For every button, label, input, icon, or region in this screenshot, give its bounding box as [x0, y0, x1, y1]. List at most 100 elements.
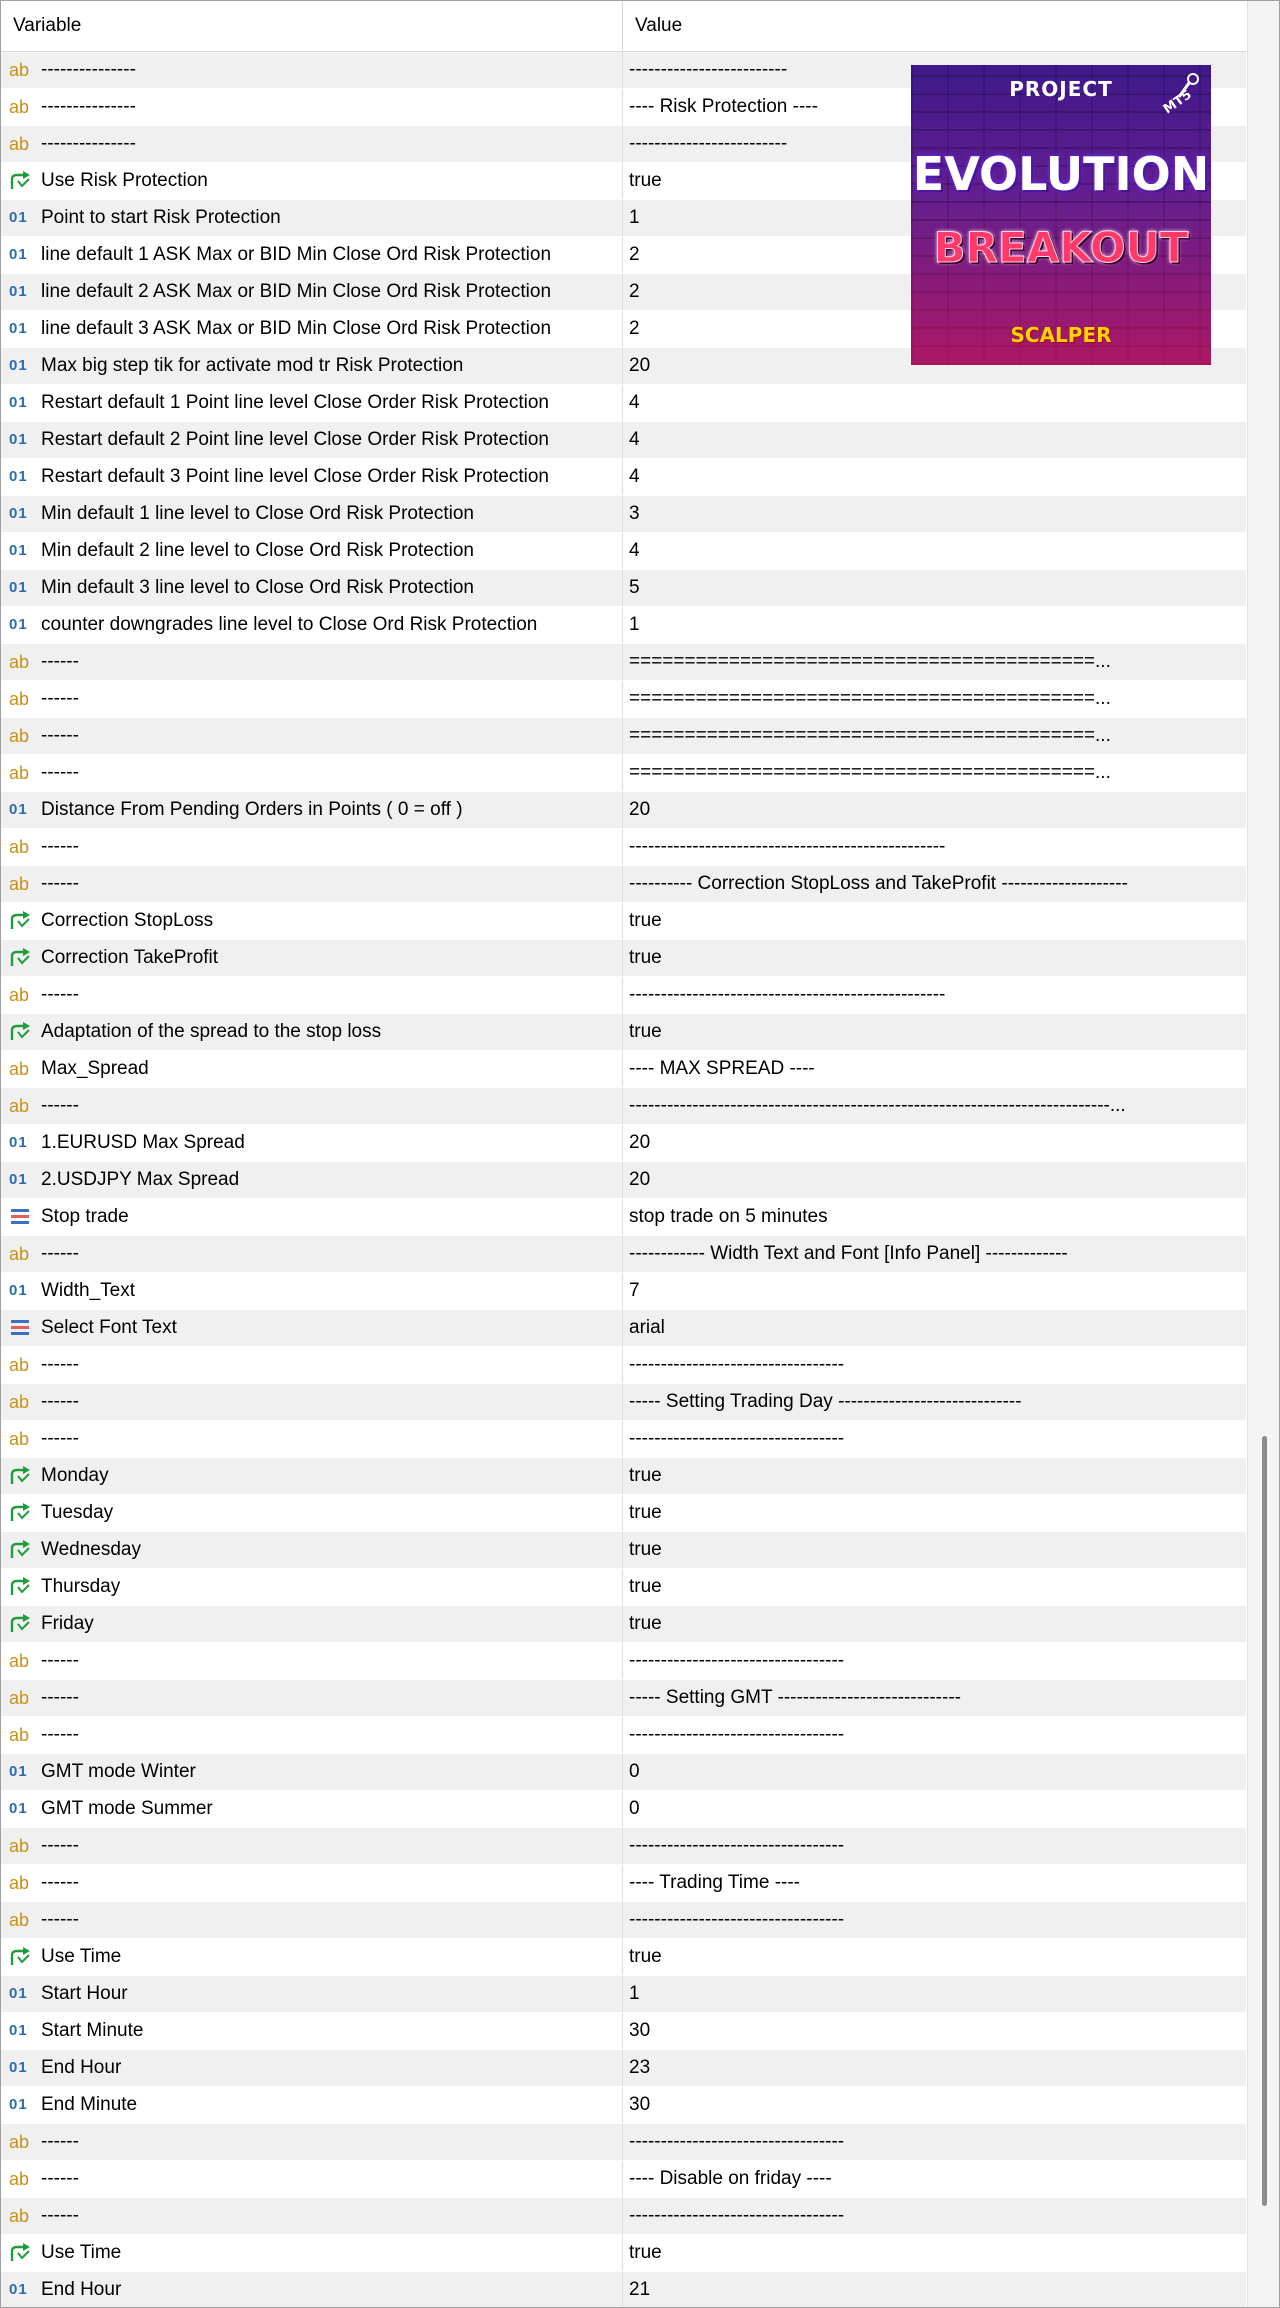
parameter-value-cell[interactable]: ----- Setting GMT ----------------------…	[623, 1680, 1246, 1716]
parameter-row[interactable]: ab ------ ---------- Correction StopLoss a…	[1, 866, 1246, 903]
parameter-value-cell[interactable]: true	[623, 1458, 1246, 1494]
parameter-name-cell[interactable]: Use Risk Protection	[1, 163, 623, 199]
parameter-row[interactable]: ab ------ ================================…	[1, 718, 1246, 755]
parameter-value-cell[interactable]: ========================================…	[623, 718, 1246, 754]
parameter-value-cell[interactable]: true	[623, 1606, 1246, 1642]
parameter-row[interactable]: Select Font Text arial	[1, 1310, 1246, 1347]
parameter-name-cell[interactable]: ab ------	[1, 1865, 623, 1901]
parameter-name-cell[interactable]: ab ------	[1, 1421, 623, 1457]
parameter-row[interactable]: ab--------------------------------------…	[1, 1643, 1246, 1680]
parameter-name-cell[interactable]: 01 Min default 2 line level to Close Ord …	[1, 533, 623, 569]
parameter-row[interactable]: ab--------------------------------------…	[1, 1717, 1246, 1754]
parameter-row[interactable]: Correction TakeProfit true	[1, 940, 1246, 977]
parameter-name-cell[interactable]: Correction TakeProfit	[1, 940, 623, 976]
parameter-value-cell[interactable]: ----- Setting Trading Day --------------…	[623, 1384, 1246, 1420]
parameter-row[interactable]: ab ------ ------------ Width Text and Font…	[1, 1236, 1246, 1273]
parameter-value-cell[interactable]: true	[623, 1495, 1246, 1531]
parameter-value-cell[interactable]: ----------------------------------------…	[623, 977, 1246, 1013]
parameter-row[interactable]: 01 Distance From Pending Orders in Points…	[1, 792, 1246, 829]
parameter-value-cell[interactable]: 3	[623, 496, 1246, 532]
parameter-name-cell[interactable]: ab ------	[1, 1828, 623, 1864]
parameter-row[interactable]: ab--------------------------------------…	[1, 1828, 1246, 1865]
parameter-row[interactable]: ab--------------------------------------…	[1, 2124, 1246, 2161]
parameter-row[interactable]: ab--------------------------------------…	[1, 2198, 1246, 2235]
parameter-row[interactable]: 01 Min default 3 line level to Close Ord …	[1, 570, 1246, 607]
parameter-value-cell[interactable]: ----------------------------------------…	[623, 829, 1246, 865]
parameter-row[interactable]: ab ------ ================================…	[1, 681, 1246, 718]
parameter-name-cell[interactable]: ab ------	[1, 1680, 623, 1716]
parameter-value-cell[interactable]: ========================================…	[623, 644, 1246, 680]
parameter-value-cell[interactable]: 4	[623, 385, 1246, 421]
parameter-name-cell[interactable]: ab ------	[1, 1717, 623, 1753]
parameter-value-cell[interactable]: 1	[623, 1976, 1246, 2012]
parameter-value-cell[interactable]: 5	[623, 570, 1246, 606]
parameter-row[interactable]: ab Max_Spread ---- MAX SPREAD ----	[1, 1051, 1246, 1088]
parameter-row[interactable]: Tuesday true	[1, 1495, 1246, 1532]
parameter-name-cell[interactable]: 01 Width_Text	[1, 1273, 623, 1309]
parameter-row[interactable]: ab ------ ---- Disable on friday ----	[1, 2161, 1246, 2198]
parameter-value-cell[interactable]: 21	[623, 2272, 1246, 2307]
parameter-name-cell[interactable]: ab ------	[1, 1088, 623, 1124]
parameter-name-cell[interactable]: 01 End Hour	[1, 2272, 623, 2307]
parameter-row[interactable]: 01 Min default 2 line level to Close Ord …	[1, 533, 1246, 570]
parameter-row[interactable]: 01 Min default 1 line level to Close Ord …	[1, 496, 1246, 533]
parameter-name-cell[interactable]: ab ---------------	[1, 126, 623, 162]
column-header-value[interactable]: Value	[623, 1, 1246, 51]
parameter-name-cell[interactable]: ab ---------------	[1, 52, 623, 88]
parameter-name-cell[interactable]: Use Time	[1, 1939, 623, 1975]
parameter-row[interactable]: 01 End Minute 30	[1, 2087, 1246, 2124]
parameter-name-cell[interactable]: 01 line default 1 ASK Max or BID Min Clos…	[1, 237, 623, 273]
parameter-row[interactable]: 01 GMT mode Winter 0	[1, 1754, 1246, 1791]
parameter-value-cell[interactable]: 0	[623, 1754, 1246, 1790]
parameter-row[interactable]: 01 Start Hour 1	[1, 1976, 1246, 2013]
parameter-value-cell[interactable]: 4	[623, 422, 1246, 458]
parameter-value-cell[interactable]: ----------------------------------	[623, 1717, 1246, 1753]
column-header-variable[interactable]: Variable	[1, 1, 623, 51]
parameter-name-cell[interactable]: ab ------	[1, 681, 623, 717]
parameter-name-cell[interactable]: ab ------	[1, 1236, 623, 1272]
parameter-name-cell[interactable]: ab ------	[1, 866, 623, 902]
parameter-name-cell[interactable]: ab ------	[1, 2198, 623, 2234]
parameter-row[interactable]: Adaptation of the spread to the stop los…	[1, 1014, 1246, 1051]
parameter-name-cell[interactable]: 01 Max big step tik for activate mod tr R…	[1, 348, 623, 384]
parameter-row[interactable]: 01 Width_Text 7	[1, 1273, 1246, 1310]
parameter-name-cell[interactable]: ab ---------------	[1, 89, 623, 125]
parameter-name-cell[interactable]: ab ------	[1, 977, 623, 1013]
parameter-name-cell[interactable]: 01 Point to start Risk Protection	[1, 200, 623, 236]
parameter-name-cell[interactable]: Select Font Text	[1, 1310, 623, 1346]
parameter-name-cell[interactable]: 01 End Minute	[1, 2087, 623, 2123]
parameter-name-cell[interactable]: Correction StopLoss	[1, 903, 623, 939]
parameter-name-cell[interactable]: Stop trade	[1, 1199, 623, 1235]
scrollbar-thumb[interactable]	[1262, 1436, 1267, 2206]
parameter-value-cell[interactable]: 23	[623, 2050, 1246, 2086]
parameter-row[interactable]: Stop trade stop trade on 5 minutes	[1, 1199, 1246, 1236]
parameter-row[interactable]: 01 Restart default 2 Point line level Clo…	[1, 422, 1246, 459]
parameter-row[interactable]: ab--------------------------------------…	[1, 829, 1246, 866]
parameter-value-cell[interactable]: ---- Trading Time ----	[623, 1865, 1246, 1901]
parameter-name-cell[interactable]: 01 Start Minute	[1, 2013, 623, 2049]
parameter-value-cell[interactable]: 20	[623, 1125, 1246, 1161]
parameter-name-cell[interactable]: ab ------	[1, 1902, 623, 1938]
parameter-row[interactable]: ab--------------------------------------…	[1, 977, 1246, 1014]
parameter-row[interactable]: 01 End Hour 21	[1, 2272, 1246, 2307]
parameter-value-cell[interactable]: true	[623, 1939, 1246, 1975]
parameter-value-cell[interactable]: 4	[623, 533, 1246, 569]
parameter-row[interactable]: 01 Start Minute 30	[1, 2013, 1246, 2050]
parameter-value-cell[interactable]: 20	[623, 1162, 1246, 1198]
parameter-name-cell[interactable]: Wednesday	[1, 1532, 623, 1568]
parameter-row[interactable]: Friday true	[1, 1606, 1246, 1643]
parameter-row[interactable]: ab ------ ----- Setting GMT --------------…	[1, 1680, 1246, 1717]
parameter-value-cell[interactable]: ----------------------------------------…	[623, 1088, 1246, 1124]
parameter-value-cell[interactable]: true	[623, 940, 1246, 976]
parameter-value-cell[interactable]: ----------------------------------	[623, 2124, 1246, 2160]
parameter-value-cell[interactable]: 0	[623, 1791, 1246, 1827]
parameter-name-cell[interactable]: ab ------	[1, 1347, 623, 1383]
parameter-name-cell[interactable]: 01 Start Hour	[1, 1976, 623, 2012]
parameter-value-cell[interactable]: ========================================…	[623, 755, 1246, 791]
parameter-value-cell[interactable]: ----------------------------------	[623, 1347, 1246, 1383]
parameter-row[interactable]: ab--------------------------------------…	[1, 1421, 1246, 1458]
parameter-name-cell[interactable]: 01 counter downgrades line level to Close…	[1, 607, 623, 643]
vertical-scrollbar[interactable]	[1247, 1, 1279, 2307]
parameter-row[interactable]: 01 counter downgrades line level to Close…	[1, 607, 1246, 644]
parameter-row[interactable]: 01 Restart default 3 Point line level Clo…	[1, 459, 1246, 496]
